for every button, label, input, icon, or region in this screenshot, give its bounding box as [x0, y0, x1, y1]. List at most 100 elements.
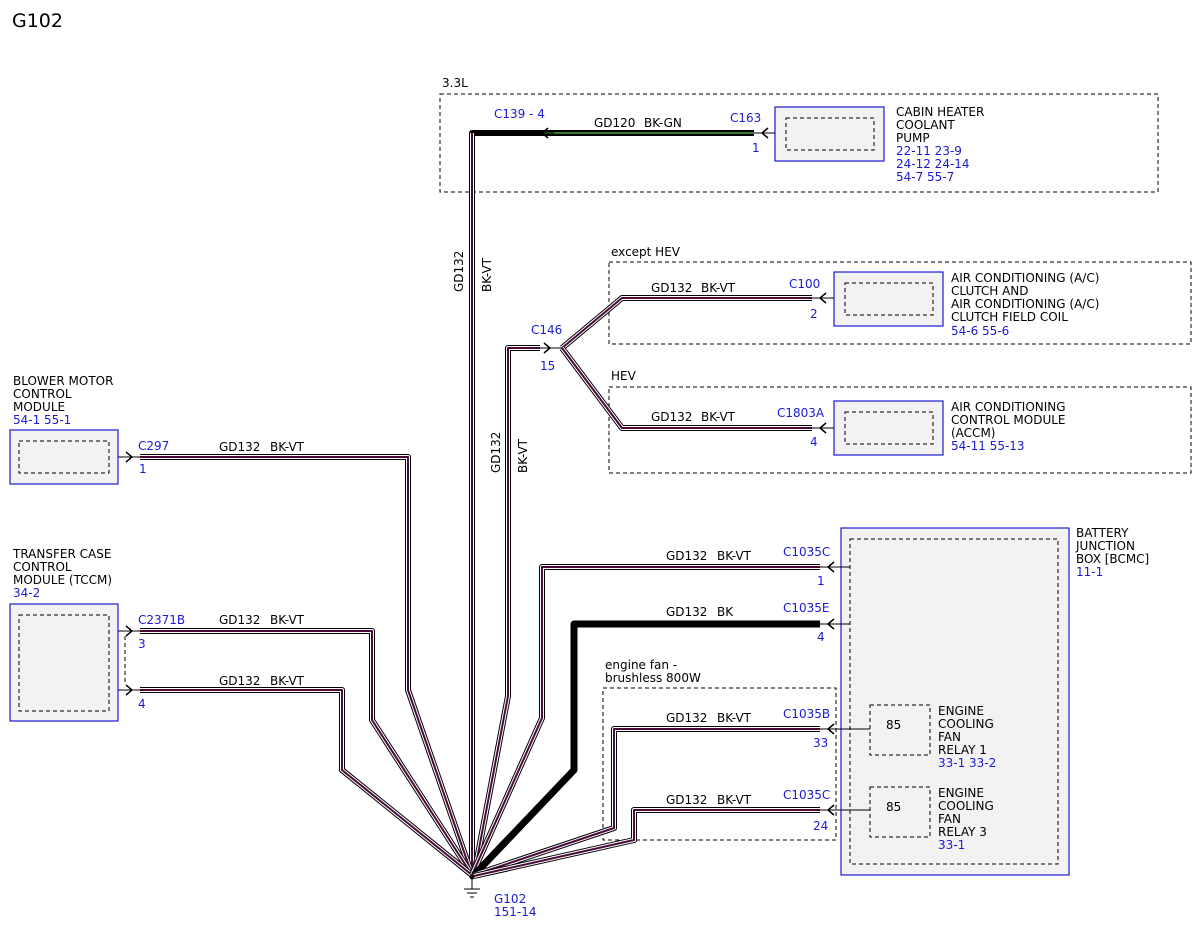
wire-label-gd132-c2371b-4: GD132: [219, 674, 260, 688]
connector-c1035c-1[interactable]: C1035C: [783, 545, 830, 559]
accm-label-1: AIR CONDITIONING: [951, 400, 1066, 414]
wire-label-gd132-c1035e: GD132: [666, 605, 707, 619]
tccm-label-3: MODULE (TCCM): [13, 573, 112, 587]
connector-c297[interactable]: C297: [138, 439, 169, 453]
ground-ref[interactable]: 151-14: [494, 905, 537, 919]
relay1-label-4: RELAY 1: [938, 743, 987, 757]
relay3-label-3: FAN: [938, 812, 961, 826]
arrow-c297: [118, 451, 140, 463]
blower-motor-module: BLOWER MOTOR CONTROL MODULE 54-1 55-1: [9, 374, 119, 485]
connector-c297-pin: 1: [139, 462, 147, 476]
bjb-label-3: BOX [BCMC]: [1076, 552, 1149, 566]
region-label-except-hev: except HEV: [611, 245, 681, 259]
wire-gd132-c2371b-4: [140, 687, 474, 878]
tccm-label-2: CONTROL: [13, 560, 72, 574]
wire-label-gd132-c2371b-3: GD132: [219, 613, 260, 627]
arrow-c146: [540, 342, 562, 354]
ac-clutch-label-3: AIR CONDITIONING (A/C): [951, 297, 1099, 311]
wire-gd132-c100: [560, 295, 812, 351]
wire-label-bkvt-vertical-2: BK-VT: [516, 438, 530, 473]
blower-ref[interactable]: 54-1 55-1: [13, 413, 71, 427]
connector-c1035b-pin: 33: [813, 736, 828, 750]
relay1-pin: 85: [886, 718, 901, 732]
region-label-hev: HEV: [611, 369, 637, 383]
connector-c1803a[interactable]: C1803A: [777, 406, 825, 420]
cabin-heater-label-2: COOLANT: [896, 118, 955, 132]
cabin-heater-label-1: CABIN HEATER: [896, 105, 984, 119]
wire-label-bkvt-vertical-1: BK-VT: [480, 257, 494, 292]
cabin-heater-pump-module: CABIN HEATER COOLANT PUMP 22-11 23-9 24-…: [774, 105, 984, 184]
tccm-label-1: TRANSFER CASE: [12, 547, 111, 561]
relay1-label-1: ENGINE: [938, 704, 984, 718]
relay3-ref[interactable]: 33-1: [938, 838, 965, 852]
cabin-heater-label-3[interactable]: PUMP: [896, 131, 930, 145]
region-label-engine-fan-2: brushless 800W: [605, 671, 701, 685]
accm-ref[interactable]: 54-11 55-13: [951, 439, 1025, 453]
connector-c1803a-pin: 4: [810, 435, 818, 449]
bjb-label-1: BATTERY: [1076, 526, 1129, 540]
relay3-label-4: RELAY 3: [938, 825, 987, 839]
wire-label-gd132-c1035b: GD132: [666, 711, 707, 725]
region-label-3-3l: 3.3L: [442, 76, 468, 90]
connector-c1035c-2[interactable]: C1035C: [783, 788, 830, 802]
relay1-label-2: COOLING: [938, 717, 994, 731]
arrow-c2371b-4: [118, 636, 140, 696]
cabin-heater-ref-3[interactable]: 54-7 55-7: [896, 170, 954, 184]
blower-label-1: BLOWER MOTOR: [13, 374, 113, 388]
ac-clutch-label-4: CLUTCH FIELD COIL: [951, 310, 1068, 324]
connector-c146-pin: 15: [540, 359, 555, 373]
page-title: G102: [12, 10, 63, 32]
wire-label-bkvt-c2371b-4: BK-VT: [270, 674, 305, 688]
ac-clutch-label-1: AIR CONDITIONING (A/C): [951, 271, 1099, 285]
blower-label-2: CONTROL: [13, 387, 72, 401]
wire-label-bkvt-c1035b: BK-VT: [717, 711, 752, 725]
accm-module: AIR CONDITIONING CONTROL MODULE (ACCM) 5…: [833, 400, 1066, 456]
connector-c1035c-1-pin: 1: [817, 574, 825, 588]
bjb-ref[interactable]: 11-1: [1076, 565, 1103, 579]
wire-gd132-c297: [140, 454, 475, 876]
wire-label-gd132-vertical-2: GD132: [489, 432, 503, 473]
ac-clutch-label-2: CLUTCH AND: [951, 284, 1029, 298]
tccm-ref[interactable]: 34-2: [13, 586, 40, 600]
ac-clutch-ref[interactable]: 54-6 55-6: [951, 324, 1009, 338]
connector-c2371b[interactable]: C2371B: [138, 613, 185, 627]
connector-c146[interactable]: C146: [531, 323, 562, 337]
arrow-c2371b-3: [118, 625, 140, 637]
wire-label-bkvt-c297: BK-VT: [270, 440, 305, 454]
wire-label-bk-gn: BK-GN: [644, 116, 682, 130]
relay1-ref[interactable]: 33-1 33-2: [938, 756, 996, 770]
cabin-heater-ref-1[interactable]: 22-11 23-9: [896, 144, 962, 158]
wire-label-gd132-c1035c-1: GD132: [666, 549, 707, 563]
blower-label-3: MODULE: [13, 400, 65, 414]
wire-label-bkvt-c100: BK-VT: [701, 281, 736, 295]
wire-label-bkvt-c1035c-1: BK-VT: [717, 549, 752, 563]
wire-label-gd132-c297: GD132: [219, 440, 260, 454]
cabin-heater-ref-2[interactable]: 24-12 24-14: [896, 157, 970, 171]
arrow-c1803a: [812, 422, 834, 434]
connector-c163[interactable]: C163: [730, 111, 761, 125]
wire-gd132-c1035c-1: [469, 564, 820, 877]
wire-label-bkvt-c2371b-3: BK-VT: [270, 613, 305, 627]
wiring-diagram: G102 3.3L except HEV HEV engine fan - br…: [9, 10, 1192, 919]
connector-c1035c-2-pin: 24: [813, 819, 828, 833]
wire-label-gd132-c100: GD132: [651, 281, 692, 295]
wire-label-bkvt-c1035c-2: BK-VT: [717, 793, 752, 807]
arrow-c139: [540, 127, 554, 139]
tccm-module: TRANSFER CASE CONTROL MODULE (TCCM) 34-2: [9, 547, 119, 722]
relay3-label-1: ENGINE: [938, 786, 984, 800]
ac-clutch-module: AIR CONDITIONING (A/C) CLUTCH AND AIR CO…: [833, 271, 1099, 338]
ground-label[interactable]: G102: [494, 892, 526, 906]
accm-label-3: (ACCM): [951, 426, 995, 440]
relay3-pin: 85: [886, 800, 901, 814]
wire-label-gd132-c1803a: GD132: [651, 410, 692, 424]
connector-c1035b[interactable]: C1035B: [783, 707, 830, 721]
wire-label-gd132-vertical-1: GD132: [452, 251, 466, 292]
region-label-engine-fan-1: engine fan -: [605, 658, 677, 672]
connector-c1035e[interactable]: C1035E: [783, 601, 830, 615]
connector-c139[interactable]: C139 - 4: [494, 107, 545, 121]
connector-c100[interactable]: C100: [789, 277, 820, 291]
wire-label-bk-c1035e: BK: [717, 605, 734, 619]
connector-c163-pin: 1: [752, 141, 760, 155]
wire-label-gd132-c1035c-2: GD132: [666, 793, 707, 807]
arrow-c163: [754, 127, 775, 139]
